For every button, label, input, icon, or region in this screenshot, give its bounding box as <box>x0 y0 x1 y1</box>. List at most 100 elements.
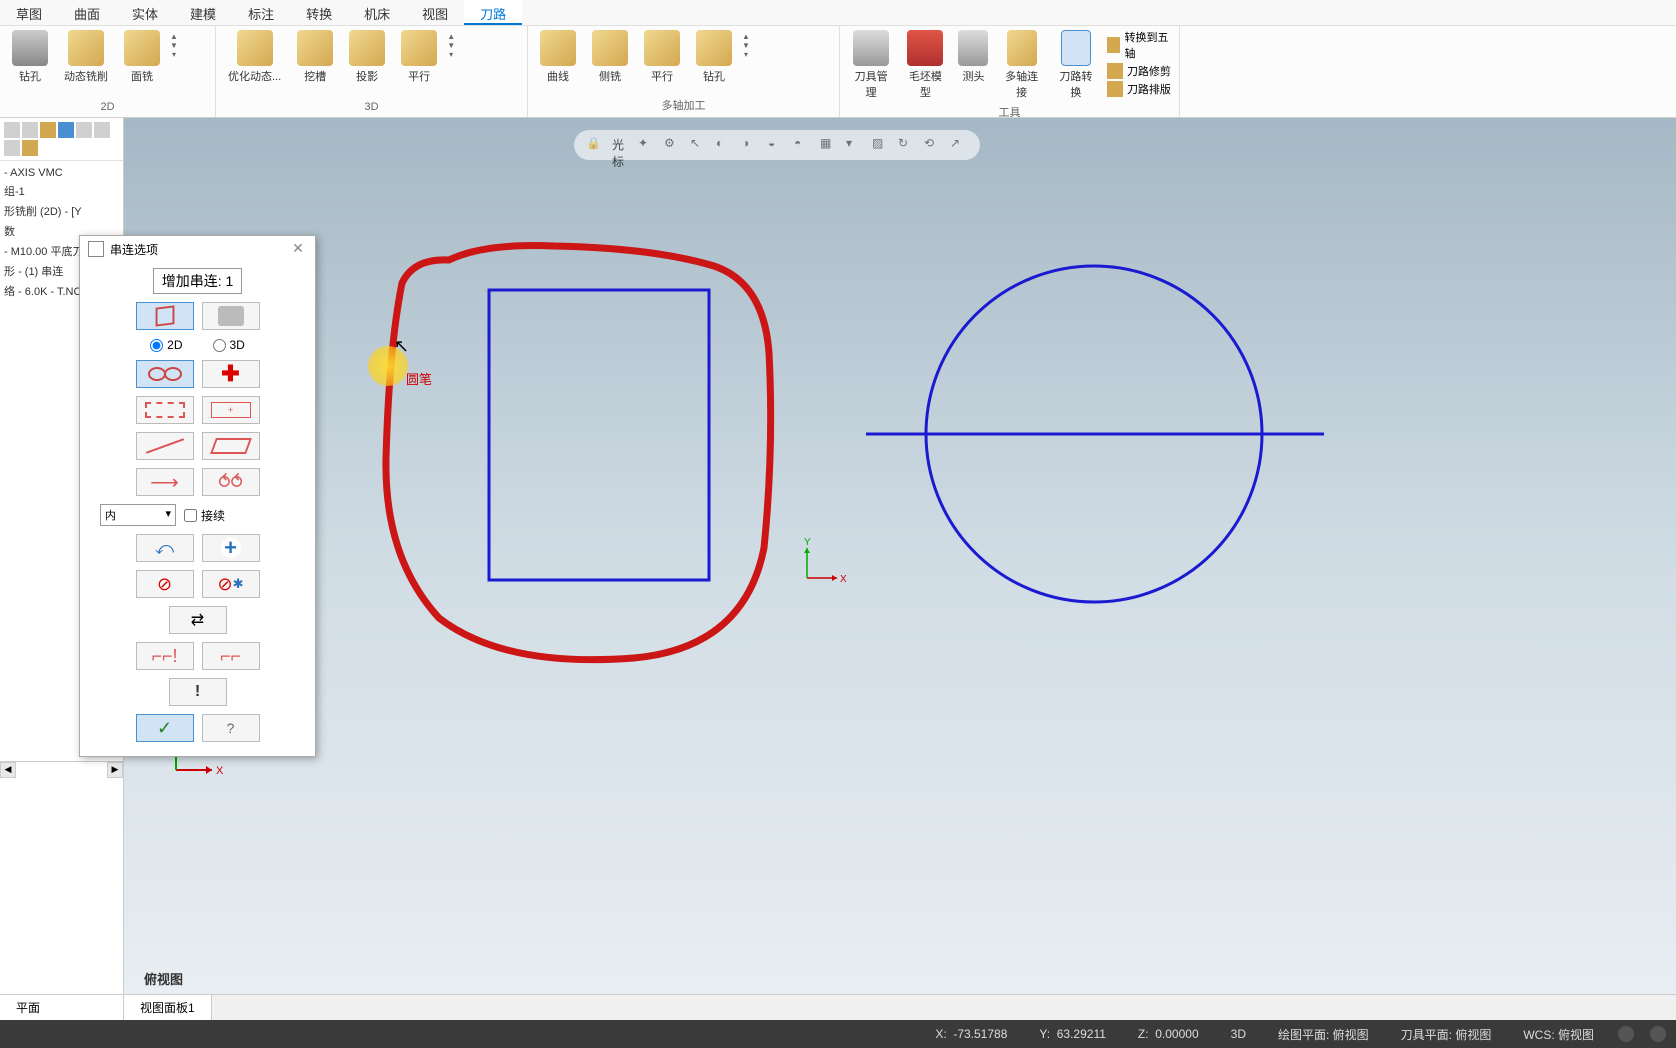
wireframe-mode-button[interactable] <box>136 302 194 330</box>
analyze-left-button[interactable]: ⌐⌐! <box>136 642 194 670</box>
unselect-all-button[interactable]: ⊘✱ <box>202 570 260 598</box>
tree-tool-2[interactable] <box>22 122 38 138</box>
float-tool-3[interactable]: ✦ <box>638 136 656 154</box>
float-lock-icon[interactable]: 🔒 <box>586 136 604 154</box>
ribbon-parallel-3d[interactable]: 平行 <box>393 28 445 86</box>
ribbon-multi-down[interactable]: ▼ <box>740 41 752 50</box>
undo-button[interactable]: ⤺ <box>136 534 194 562</box>
tree-scrollbar[interactable]: ◀ ▶ <box>0 761 123 777</box>
tree-item[interactable]: 组-1 <box>4 181 119 201</box>
ribbon-dynamic-mill[interactable]: 动态铣削 <box>56 28 116 86</box>
menu-tab-transform[interactable]: 转换 <box>290 0 348 25</box>
ribbon-multi-more[interactable]: ▾ <box>740 50 752 59</box>
status-wcs[interactable]: WCS: 俯视图 <box>1515 1026 1602 1043</box>
ribbon-face-mill[interactable]: 面铣 <box>116 28 168 86</box>
window-button[interactable] <box>136 396 194 424</box>
ribbon-multi-link[interactable]: 多轴连接 <box>995 28 1049 102</box>
ribbon-3d-down[interactable]: ▼ <box>445 41 457 50</box>
ribbon-3d-up[interactable]: ▲ <box>445 32 457 41</box>
tree-tool-1[interactable] <box>4 122 20 138</box>
float-tool-13[interactable]: ↻ <box>898 136 916 154</box>
ribbon-side-mill[interactable]: 侧铣 <box>584 28 636 86</box>
menu-tab-machine[interactable]: 机床 <box>348 0 406 25</box>
ribbon-3d-more[interactable]: ▾ <box>445 50 457 59</box>
menu-tab-toolpath[interactable]: 刀路 <box>464 0 522 25</box>
ribbon-to-5axis[interactable]: 转换到五轴 <box>1103 28 1175 62</box>
ribbon-parallel-multi[interactable]: 平行 <box>636 28 688 86</box>
add-button[interactable]: ✚ <box>202 360 260 388</box>
point-button[interactable]: + <box>202 396 260 424</box>
dialog-close-button[interactable]: ✕ <box>289 240 307 258</box>
float-tool-10[interactable]: ▦ <box>820 136 838 154</box>
menu-tab-sketch[interactable]: 草图 <box>0 0 58 25</box>
radio-2d[interactable]: 2D <box>150 338 182 352</box>
tree-item[interactable]: - AXIS VMC <box>4 165 119 181</box>
float-tool-14[interactable]: ⟲ <box>924 136 942 154</box>
options-button[interactable]: ! <box>169 678 227 706</box>
ribbon-project[interactable]: 投影 <box>341 28 393 86</box>
continue-checkbox[interactable]: 接续 <box>184 507 225 524</box>
radio-3d[interactable]: 3D <box>213 338 245 352</box>
ribbon-tool-mgr[interactable]: 刀具管理 <box>844 28 898 102</box>
ribbon-curve[interactable]: 曲线 <box>532 28 584 86</box>
menu-tab-surface[interactable]: 曲面 <box>58 0 116 25</box>
ribbon-path-convert[interactable]: 刀路转换 <box>1049 28 1103 102</box>
canvas-viewport[interactable]: 🔒 光标 ✦ ⚙ ↖ ◐ ◑ ◒ ◓ ▦ ▾ ▨ ↻ ⟲ ↗ <box>124 118 1676 994</box>
status-globe-icon-2[interactable] <box>1650 1026 1666 1042</box>
partial-button[interactable]: ⥀⥀ <box>202 468 260 496</box>
menu-tab-view[interactable]: 视图 <box>406 0 464 25</box>
tree-tool-5[interactable] <box>76 122 92 138</box>
ok-button[interactable]: ✓ <box>136 714 194 742</box>
ribbon-path-trim[interactable]: 刀路修剪 <box>1103 62 1175 80</box>
help-button[interactable]: ? <box>202 714 260 742</box>
ribbon-2d-down[interactable]: ▼ <box>168 41 180 50</box>
ribbon-stock[interactable]: 毛坯模型 <box>898 28 952 102</box>
chain-button[interactable] <box>136 360 194 388</box>
float-tool-6[interactable]: ◐ <box>716 136 734 154</box>
bottom-tab-plane[interactable]: 平面 <box>0 995 124 1020</box>
tree-tool-6[interactable] <box>94 122 110 138</box>
ribbon-2d-up[interactable]: ▲ <box>168 32 180 41</box>
status-globe-icon[interactable] <box>1618 1026 1634 1042</box>
tree-tool-8[interactable] <box>22 140 38 156</box>
float-tool-12[interactable]: ▨ <box>872 136 890 154</box>
vector-button[interactable]: ⟶ <box>136 468 194 496</box>
float-tool-7[interactable]: ◑ <box>742 136 760 154</box>
solid-mode-button[interactable] <box>202 302 260 330</box>
unselect-button[interactable]: ⊘ <box>136 570 194 598</box>
ribbon-2d-more[interactable]: ▾ <box>168 50 180 59</box>
ribbon-drill-2d[interactable]: 钻孔 <box>4 28 56 86</box>
blue-rectangle[interactable] <box>489 290 709 580</box>
tree-item[interactable]: 形铣削 (2D) - [Y <box>4 201 119 221</box>
menu-tab-annotate[interactable]: 标注 <box>232 0 290 25</box>
menu-tab-model[interactable]: 建模 <box>174 0 232 25</box>
reverse-button[interactable]: ⇄ <box>169 606 227 634</box>
inside-select[interactable]: 内▾ <box>100 504 176 526</box>
float-gear-icon[interactable]: ⚙ <box>664 136 682 154</box>
polygon-button[interactable] <box>202 432 260 460</box>
ribbon-pocket[interactable]: 挖槽 <box>289 28 341 86</box>
ribbon-drill-multi[interactable]: 钻孔 <box>688 28 740 86</box>
analyze-right-button[interactable]: ⌐⌐ <box>202 642 260 670</box>
tree-tool-4[interactable] <box>58 122 74 138</box>
float-tool-9[interactable]: ◓ <box>794 136 812 154</box>
ribbon-probe[interactable]: 测头 <box>952 28 994 86</box>
ribbon-opt-dynamic[interactable]: 优化动态... <box>220 28 289 86</box>
add-chain-button[interactable]: + <box>202 534 260 562</box>
status-tool-plane[interactable]: 刀具平面: 俯视图 <box>1393 1026 1500 1043</box>
menu-tab-solid[interactable]: 实体 <box>116 0 174 25</box>
scroll-right[interactable]: ▶ <box>107 762 123 778</box>
bottom-tab-viewpanel[interactable]: 视图面板1 <box>124 995 212 1020</box>
float-tool-8[interactable]: ◒ <box>768 136 786 154</box>
float-tool-11[interactable]: ▾ <box>846 136 864 154</box>
tree-tool-7[interactable] <box>4 140 20 156</box>
status-drawing-plane[interactable]: 绘图平面: 俯视图 <box>1270 1026 1377 1043</box>
scroll-left[interactable]: ◀ <box>0 762 16 778</box>
float-tool-15[interactable]: ↗ <box>950 136 968 154</box>
tree-tool-3[interactable] <box>40 122 56 138</box>
status-3d-mode[interactable]: 3D <box>1223 1027 1254 1041</box>
line-button[interactable] <box>136 432 194 460</box>
ribbon-multi-up[interactable]: ▲ <box>740 32 752 41</box>
ribbon-path-nest[interactable]: 刀路排版 <box>1103 80 1175 98</box>
float-cursor-icon[interactable]: 光标 <box>612 136 630 154</box>
